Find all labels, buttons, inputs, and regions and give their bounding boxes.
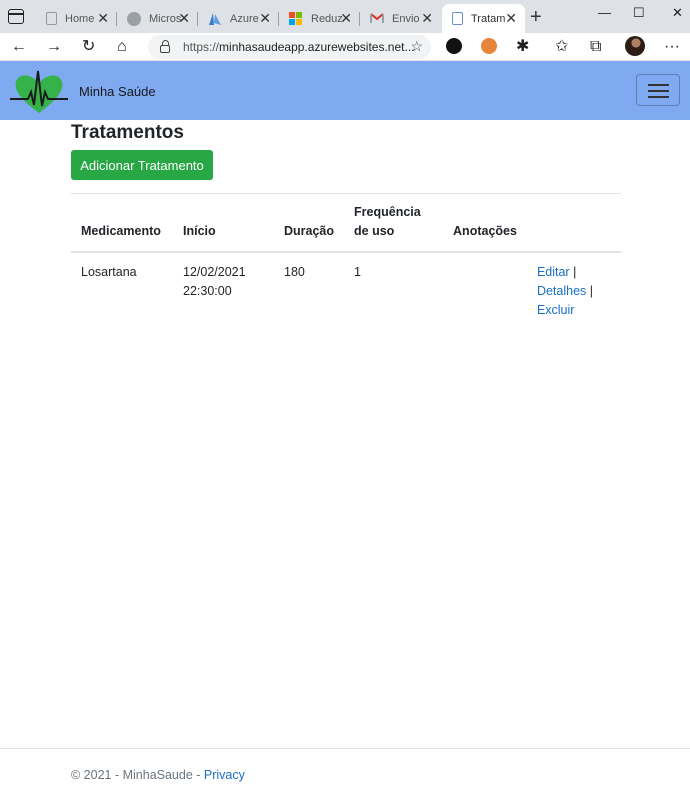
browser-tab-tratamentos[interactable]: Tratam ✕ — [442, 4, 525, 33]
more-icon[interactable]: ··· — [664, 36, 680, 58]
window-close-icon[interactable]: ✕ — [672, 5, 683, 21]
url-text: https://minhasaudeapp.azurewebsites.net.… — [183, 40, 415, 54]
tab-title: Tratam — [471, 12, 506, 25]
close-icon[interactable]: ✕ — [97, 10, 109, 27]
hamburger-icon — [648, 96, 669, 98]
collections-icon[interactable]: ⧉ — [590, 36, 601, 58]
cell-medicamento: Losartana — [81, 265, 137, 279]
refresh-icon[interactable]: ↻ — [82, 36, 95, 58]
cell-anotacoes — [443, 252, 527, 330]
page-footer: © 2021 - MinhaSaude - Privacy — [0, 748, 690, 800]
column-header-medicamento: Medicamento — [71, 193, 173, 253]
column-header-actions — [526, 193, 621, 253]
extension-icon[interactable] — [446, 38, 462, 54]
cell-inicio: 12/02/2021 22:30:00 — [183, 265, 246, 298]
microsoft-icon — [289, 11, 303, 26]
add-treatment-button[interactable]: Adicionar Tratamento — [71, 150, 213, 180]
browser-toolbar: ← → ↻ ⌂ https://minhasaudeapp.azurewebsi… — [0, 33, 690, 61]
footer-text: © 2021 - MinhaSaude - Privacy — [71, 768, 245, 782]
close-icon[interactable]: ✕ — [340, 10, 352, 27]
browser-tab-envio[interactable]: Envio ✕ — [360, 4, 441, 33]
add-favorite-icon[interactable]: ☆ — [410, 38, 423, 55]
page-icon — [46, 12, 57, 25]
back-icon[interactable]: ← — [11, 36, 27, 58]
home-icon[interactable]: ⌂ — [117, 36, 127, 58]
table-header-row: Medicamento Início Duração Frequência de… — [71, 193, 621, 253]
new-tab-icon[interactable]: + — [530, 6, 542, 29]
column-header-duracao: Duração — [274, 193, 345, 253]
close-icon[interactable]: ✕ — [178, 10, 190, 27]
column-header-inicio: Início — [173, 193, 274, 253]
url-host: minhasaudeapp.azurewebsites.net... — [219, 40, 415, 54]
brand-name[interactable]: Minha Saúde — [79, 84, 156, 99]
close-icon[interactable]: ✕ — [505, 10, 517, 27]
extension-icon[interactable] — [481, 38, 497, 54]
url-scheme: https:// — [183, 40, 220, 54]
ms-learn-icon — [127, 11, 141, 26]
heart-logo-icon[interactable] — [10, 66, 68, 116]
navbar-toggler-button[interactable] — [636, 74, 680, 106]
column-header-frequencia: Frequência de uso — [344, 193, 444, 253]
action-separator: | — [589, 284, 594, 298]
hamburger-icon — [648, 90, 669, 92]
app-navbar: Minha Saúde — [0, 61, 690, 120]
privacy-link[interactable]: Privacy — [204, 768, 245, 782]
browser-tab-micros[interactable]: Micros ✕ — [117, 4, 198, 33]
cell-frequencia: 1 — [354, 265, 361, 279]
profile-avatar[interactable] — [625, 36, 645, 56]
azure-icon — [208, 12, 222, 26]
copyright-text: © 2021 - MinhaSaude - — [71, 768, 204, 782]
browser-tab-azure[interactable]: Azure ✕ — [198, 4, 279, 33]
gmail-icon — [370, 12, 384, 26]
address-bar[interactable]: https://minhasaudeapp.azurewebsites.net.… — [148, 35, 431, 59]
minimize-icon[interactable]: — — [598, 5, 611, 20]
page-title: Tratamentos — [71, 122, 184, 143]
delete-link[interactable]: Excluir — [537, 303, 575, 317]
cell-actions: Editar | Detalhes | Excluir — [527, 252, 621, 330]
favorites-icon[interactable]: ✩ — [555, 36, 568, 58]
browser-tab-reduz[interactable]: Reduz ✕ — [279, 4, 360, 33]
close-icon[interactable]: ✕ — [421, 10, 433, 27]
browser-tab-home[interactable]: Home ✕ — [36, 4, 117, 33]
forward-icon[interactable]: → — [46, 36, 62, 58]
column-header-anotacoes: Anotações — [443, 193, 527, 253]
details-link[interactable]: Detalhes — [537, 284, 586, 298]
table-row: Losartana 12/02/2021 22:30:00 180 1 Edit… — [71, 252, 621, 330]
browser-tabstrip: Home ✕ Micros ✕ Azure ✕ Reduz ✕ Envio ✕ … — [0, 0, 690, 33]
extensions-icon[interactable]: ✱ — [516, 36, 529, 58]
close-icon[interactable]: ✕ — [259, 10, 271, 27]
maximize-icon[interactable]: ☐ — [633, 5, 645, 21]
tab-actions-icon[interactable] — [8, 9, 24, 24]
cell-duracao: 180 — [284, 265, 305, 279]
treatments-table: Medicamento Início Duração Frequência de… — [71, 193, 621, 330]
hamburger-icon — [648, 84, 669, 86]
edit-link[interactable]: Editar — [537, 265, 570, 279]
page-icon — [452, 12, 463, 25]
action-separator: | — [573, 265, 577, 279]
lock-icon[interactable] — [160, 40, 170, 53]
